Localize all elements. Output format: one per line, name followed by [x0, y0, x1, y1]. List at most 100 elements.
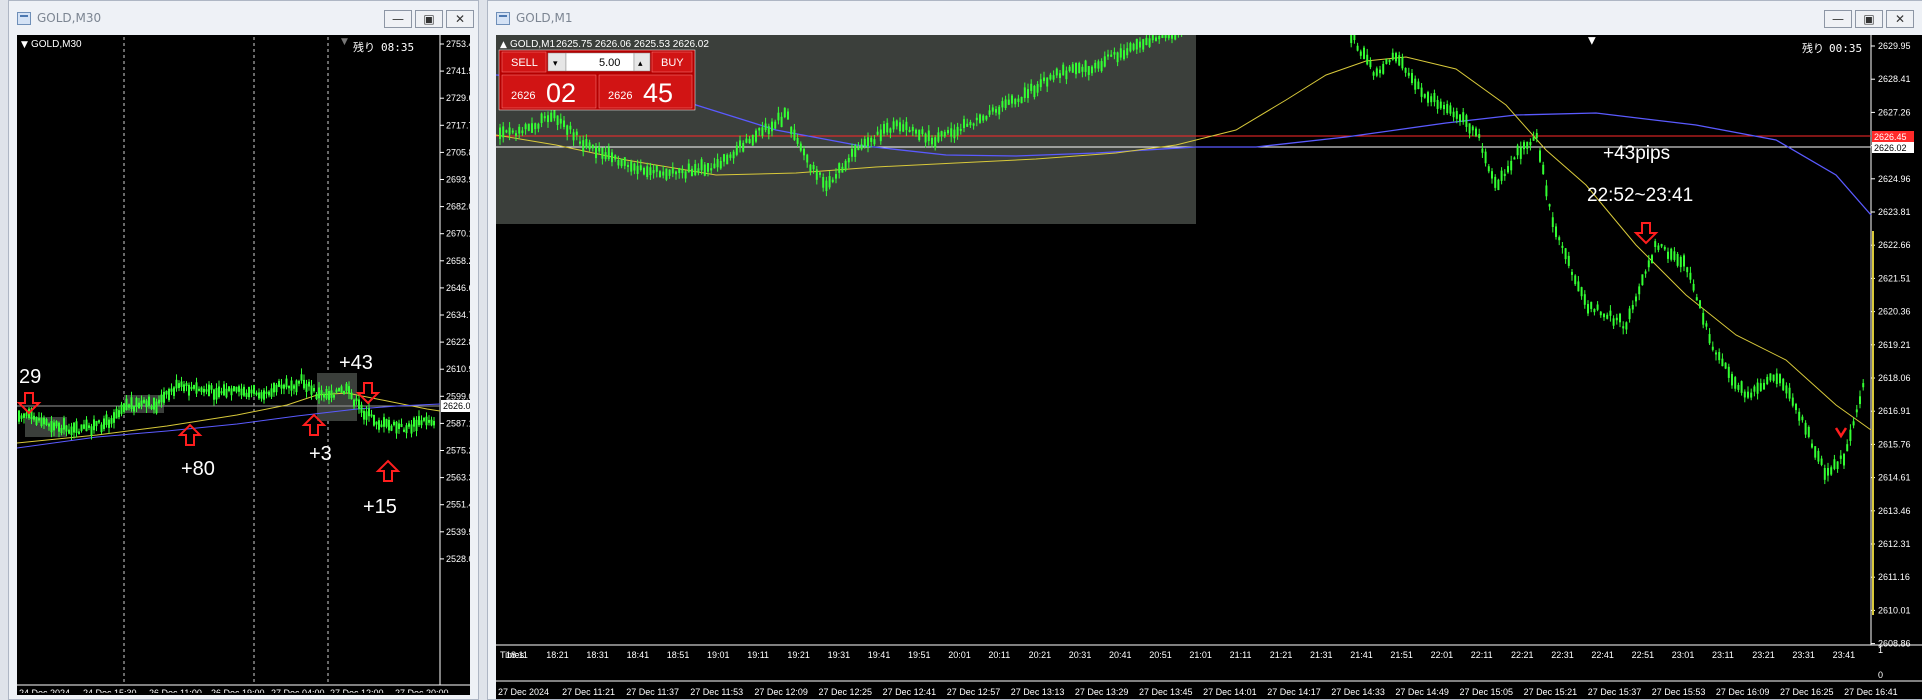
candle-body — [1411, 73, 1413, 84]
candle-body — [1004, 99, 1007, 108]
times-tick-label: 18:51 — [667, 650, 690, 660]
title-bar[interactable]: GOLD,M30 — ▣ ✕ — [9, 1, 478, 35]
candle-body — [1017, 98, 1020, 102]
remaining-label: 残り — [353, 40, 375, 54]
candle-body — [390, 425, 393, 431]
minimize-button[interactable]: — — [384, 10, 412, 28]
candle-body — [1132, 43, 1135, 50]
candle-body — [1151, 35, 1154, 41]
time-tick-label: 27 Dec 12:09 — [754, 687, 808, 697]
candle-body — [1587, 304, 1589, 314]
candle-body — [325, 388, 328, 399]
candle-body — [1519, 147, 1522, 159]
chart-window-m1[interactable]: GOLD,M1 — ▣ ✕ ▲ GOLD,M1 2625.75 2626.06 … — [487, 0, 1922, 700]
candle-body — [915, 129, 917, 134]
candle-body — [697, 168, 700, 173]
candle-body — [370, 414, 373, 417]
price-chart-m30[interactable]: ▼ GOLD,M30 残り 08:35 ▼ 2753.42 2741.52 2729… — [17, 35, 470, 693]
candle-body — [35, 416, 38, 425]
candle-body — [959, 128, 962, 131]
one-click-trading-panel[interactable]: SELL ▾ 5.00 ▴ BUY 2626 02 2626 45 — [498, 49, 696, 111]
candle-body — [662, 171, 665, 176]
close-button[interactable]: ✕ — [1886, 10, 1914, 28]
minimize-button[interactable]: — — [1824, 10, 1852, 28]
price-tick-label: 2717.72 — [446, 120, 470, 130]
chart-area-m1[interactable]: ▲ GOLD,M1 2625.75 2626.06 2625.53 2626.0… — [496, 35, 1922, 699]
chart-window-m30[interactable]: GOLD,M30 — ▣ ✕ ▼ GOLD,M30 残り 08:35 ▼ 275… — [8, 0, 479, 700]
price-chart-m1[interactable]: ▲ GOLD,M1 2625.75 2626.06 2625.53 2626.0… — [496, 35, 1922, 699]
candle-body — [937, 132, 940, 142]
candle-body — [569, 125, 572, 130]
candle-body — [400, 423, 403, 427]
price-tick-label: 2634.77 — [446, 310, 470, 320]
candle-body — [1551, 217, 1554, 228]
price-tick-label: 2615.76 — [1878, 439, 1911, 449]
candle-body — [1055, 68, 1058, 76]
candle-body — [755, 130, 757, 142]
maximize-button[interactable]: ▣ — [1855, 10, 1883, 28]
candle-body — [78, 431, 80, 435]
maximize-button[interactable]: ▣ — [415, 10, 443, 28]
price-tick-label: 2670.12 — [446, 229, 470, 239]
time-tick-label: 27 Dec 14:01 — [1203, 687, 1257, 697]
price-tick-label: 2619.21 — [1878, 340, 1911, 350]
candle-body — [899, 122, 901, 132]
candle-body — [515, 133, 517, 136]
candle-body — [238, 386, 240, 392]
candle-body — [979, 114, 981, 123]
times-tick-label: 22:51 — [1632, 650, 1655, 660]
candle-body — [902, 124, 905, 132]
close-button[interactable]: ✕ — [446, 10, 474, 28]
time-tick-label: 27 Dec 14:33 — [1331, 687, 1385, 697]
candle-body — [155, 401, 158, 414]
candle-body — [1372, 72, 1375, 76]
title-bar[interactable]: GOLD,M1 — ▣ ✕ — [488, 1, 1922, 35]
times-tick-label: 21:11 — [1230, 650, 1252, 660]
times-tick-label: 19:21 — [787, 650, 810, 660]
candle-body — [165, 390, 168, 395]
annotation-time-range: 22:52~23:41 — [1587, 185, 1693, 206]
candle-body — [713, 163, 716, 169]
candle-body — [633, 163, 636, 171]
candle-body — [1043, 77, 1045, 82]
candle-body — [425, 416, 428, 426]
chart-area-m30[interactable]: ▼ GOLD,M30 残り 08:35 ▼ 2753.42 2741.52 2729… — [17, 35, 470, 695]
candle-body — [1414, 78, 1417, 90]
candle-body — [1820, 458, 1823, 465]
candle-body — [405, 425, 408, 434]
candle-body — [88, 425, 90, 428]
candle-body — [927, 130, 930, 142]
candle-body — [1478, 134, 1481, 138]
candle-body — [911, 127, 914, 132]
candle-body — [393, 421, 395, 426]
candle-body — [1471, 126, 1474, 131]
dropdown-arrow-icon[interactable]: ▼ — [21, 40, 28, 50]
candle-body — [335, 389, 338, 393]
candle-body — [113, 412, 115, 423]
candle-body — [1580, 287, 1583, 297]
candle-body — [1660, 244, 1663, 247]
candle-body — [1811, 443, 1813, 448]
candle-body — [1420, 87, 1423, 97]
candle-body — [518, 126, 521, 134]
candle-body — [80, 424, 83, 431]
collapse-arrow-icon[interactable]: ▲ — [500, 40, 507, 50]
candle-body — [1468, 123, 1471, 134]
candle-body — [1772, 374, 1775, 381]
candle-body — [415, 419, 418, 432]
price-tick-label: 2658.22 — [446, 256, 470, 266]
candle-body — [58, 422, 60, 432]
candle-body — [100, 424, 103, 433]
candle-body — [278, 380, 280, 387]
candle-body — [70, 426, 73, 436]
candle-body — [1814, 446, 1817, 458]
candle-body — [1529, 141, 1532, 146]
candle-body — [1750, 392, 1753, 398]
candle-body — [537, 123, 540, 129]
times-tick-label: 20:11 — [988, 650, 1010, 660]
candle-body — [1033, 85, 1036, 98]
candle-body — [50, 421, 53, 433]
price-tick-label: 2682.02 — [446, 202, 470, 212]
candle-body — [48, 423, 50, 427]
candle-body — [313, 388, 315, 392]
